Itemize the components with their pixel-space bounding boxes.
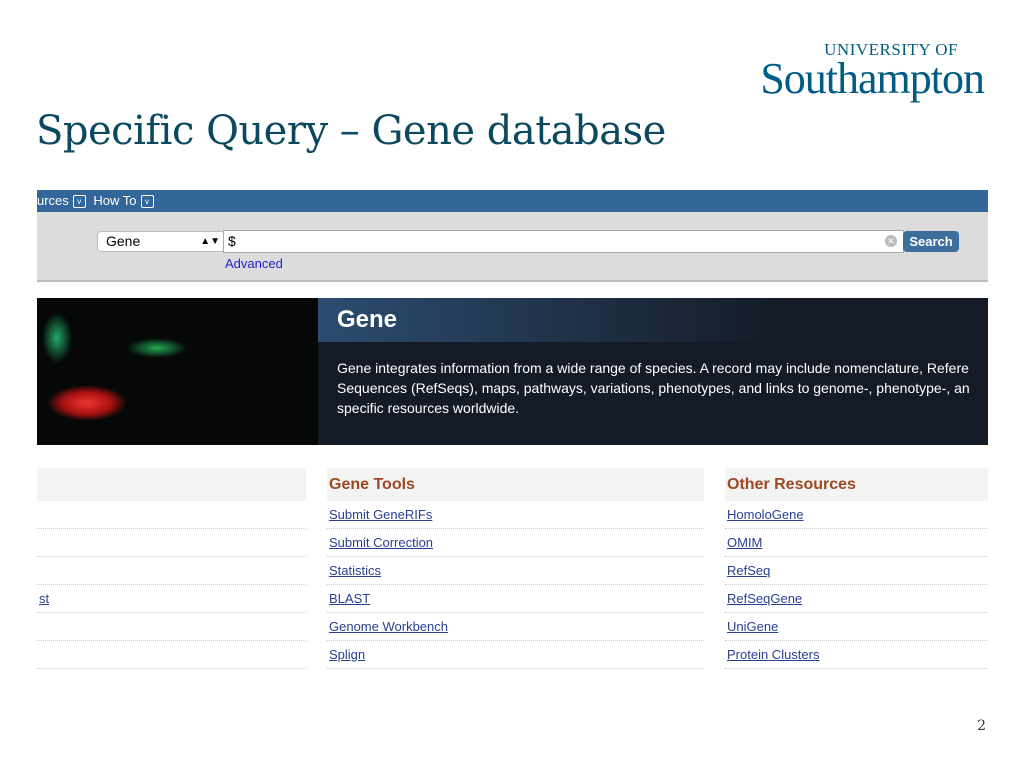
banner-description: Gene integrates information from a wide … [337, 358, 970, 418]
list-item[interactable] [37, 501, 306, 529]
database-select[interactable]: Gene ▲▼ [97, 231, 225, 252]
description-line: specific resources worldwide. [337, 400, 520, 416]
list-item[interactable] [37, 641, 306, 669]
list-item[interactable]: Protein Clusters [725, 641, 988, 669]
list-item[interactable]: Statistics [327, 557, 704, 585]
list-item[interactable]: st [37, 585, 306, 613]
search-input[interactable]: $ ✕ [223, 230, 904, 253]
list-item[interactable] [37, 529, 306, 557]
other-resources-column: Other Resources HomoloGene OMIM RefSeq R… [725, 468, 988, 669]
gene-database-screenshot: urces v How To v Gene ▲▼ $ ✕ Search Advanced… [37, 190, 988, 680]
clear-icon[interactable]: ✕ [885, 235, 897, 247]
list-item[interactable]: Genome Workbench [327, 613, 704, 641]
other-resources-heading: Other Resources [725, 468, 988, 501]
gene-banner: Gene Gene integrates information from a … [37, 298, 988, 445]
nav-bar: urces v How To v [37, 190, 988, 212]
logo-line2: Southampton [760, 54, 985, 103]
list-item[interactable]: Splign [327, 641, 704, 669]
page-number: 2 [977, 718, 986, 734]
list-item[interactable] [37, 557, 306, 585]
description-line: Gene integrates information from a wide … [337, 360, 969, 376]
chevron-down-icon[interactable]: v [140, 195, 154, 209]
search-bar: Gene ▲▼ $ ✕ Search Advanced [37, 212, 988, 282]
database-value: Gene [106, 233, 141, 249]
nav-how-to[interactable]: How To [93, 193, 136, 208]
list-item[interactable]: RefSeqGene [725, 585, 988, 613]
search-query: $ [228, 233, 236, 249]
description-line: Sequences (RefSeqs), maps, pathways, var… [337, 380, 970, 396]
list-item[interactable] [37, 613, 306, 641]
university-logo: UNIVERSITY OF Southampton [760, 40, 985, 103]
banner-title: Gene [318, 298, 988, 342]
list-item[interactable]: Submit Correction [327, 529, 704, 557]
slide-title: Specific Query – Gene database [36, 108, 666, 154]
advanced-link[interactable]: Advanced [225, 256, 283, 271]
updown-icon: ▲▼ [200, 236, 220, 247]
list-item[interactable]: UniGene [725, 613, 988, 641]
list-item[interactable]: HomoloGene [725, 501, 988, 529]
list-item[interactable]: OMIM [725, 529, 988, 557]
list-item[interactable]: RefSeq [725, 557, 988, 585]
chromosome-image [37, 298, 318, 445]
chevron-down-icon[interactable]: v [72, 195, 86, 209]
left-column-header [37, 468, 306, 501]
gene-tools-heading: Gene Tools [327, 468, 704, 501]
search-button[interactable]: Search [903, 231, 959, 252]
list-item[interactable]: BLAST [327, 585, 704, 613]
gene-tools-column: Gene Tools Submit GeneRIFs Submit Correc… [327, 468, 704, 669]
list-item[interactable]: Submit GeneRIFs [327, 501, 704, 529]
nav-resources[interactable]: urces [37, 193, 69, 208]
left-column: st [37, 468, 306, 669]
